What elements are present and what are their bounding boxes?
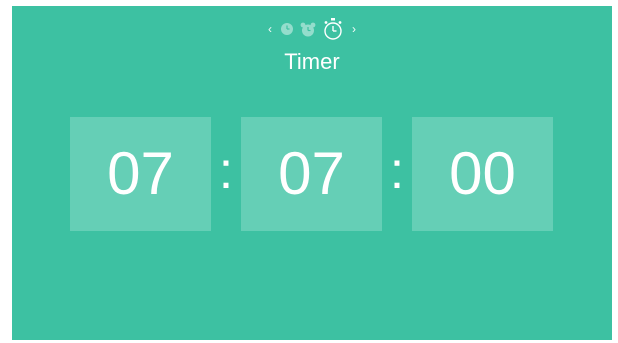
next-mode-button[interactable]: ›: [350, 23, 358, 35]
seconds-display[interactable]: 00: [412, 117, 553, 231]
hours-minutes-separator: :: [218, 142, 234, 200]
previous-mode-button[interactable]: ‹: [266, 23, 274, 35]
timer-app: ‹ › Timer 07: 07: 00: [12, 6, 612, 340]
minutes-display[interactable]: 07: [241, 117, 382, 231]
page-title: Timer: [284, 49, 340, 74]
clock-icon[interactable]: [280, 22, 294, 36]
mode-selector: ‹ ›: [12, 18, 612, 40]
stopwatch-timer-icon[interactable]: [322, 18, 344, 40]
minutes-seconds-separator: :: [389, 142, 405, 200]
hours-display[interactable]: 07: [70, 117, 211, 231]
alarm-clock-icon[interactable]: [300, 22, 316, 37]
